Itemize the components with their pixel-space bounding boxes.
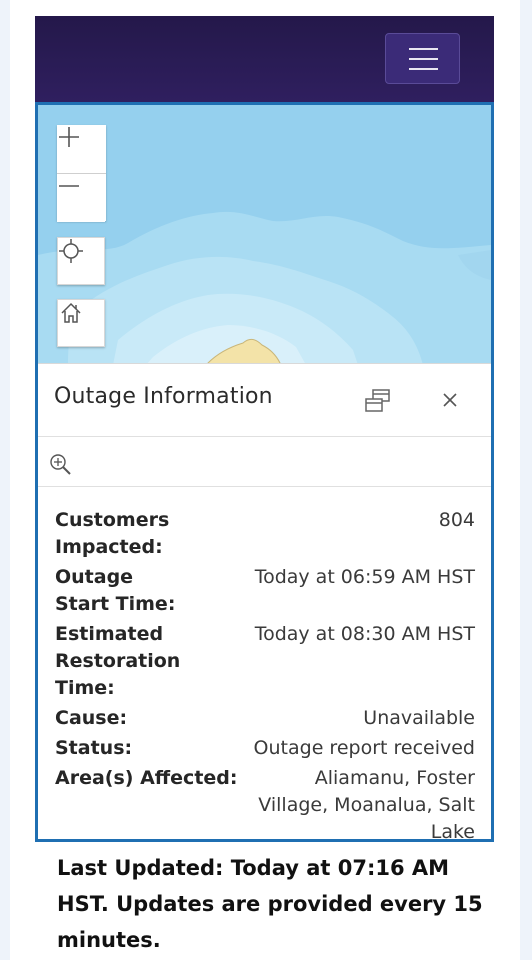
field-label: Estimated Restoration Time:: [55, 623, 181, 699]
panel-divider: [38, 436, 491, 437]
locate-button[interactable]: [57, 237, 105, 285]
field-value: 804: [438, 509, 475, 531]
field-label: Customers Impacted:: [55, 509, 170, 558]
popup-panel: Outage Information Customers Impacted: 8…: [38, 363, 491, 842]
field-row: Status: Outage report received: [55, 735, 475, 762]
field-row: Estimated Restoration Time: Today at 08:…: [55, 621, 475, 702]
field-value: Unavailable: [363, 707, 475, 729]
zoom-out-button[interactable]: [57, 174, 105, 222]
field-label: Area(s) Affected:: [55, 767, 238, 789]
field-row: Area(s) Affected: Aliamanu, Foster Villa…: [55, 765, 475, 842]
field-label: Status:: [55, 737, 133, 759]
home-icon: [61, 302, 81, 323]
field-value: Outage report received: [253, 737, 475, 759]
app-frame: Outage Information Customers Impacted: 8…: [35, 102, 494, 842]
hamburger-menu-icon: [409, 48, 438, 50]
minus-icon: [59, 185, 79, 187]
map-view[interactable]: [38, 105, 491, 365]
field-row: Outage Start Time: Today at 06:59 AM HST: [55, 564, 475, 618]
zoom-to-icon[interactable]: [48, 452, 74, 478]
field-list: Customers Impacted: 804 Outage Start Tim…: [55, 507, 475, 842]
field-label: Cause:: [55, 707, 128, 729]
last-updated-note: Last Updated: Today at 07:16 AM HST. Upd…: [57, 856, 483, 952]
field-value: Today at 08:30 AM HST: [254, 623, 475, 645]
field-row: Customers Impacted: 804: [55, 507, 475, 561]
zoom-in-button[interactable]: [57, 125, 105, 173]
dock-icon[interactable]: [364, 388, 392, 414]
home-button[interactable]: [57, 299, 105, 347]
crosshair-icon: [59, 239, 83, 263]
app-header: [35, 16, 494, 102]
plus-icon: [59, 127, 79, 147]
hamburger-menu-icon: [409, 68, 438, 70]
panel-title: Outage Information: [54, 384, 273, 409]
hamburger-menu-icon: [409, 58, 438, 60]
close-icon[interactable]: [440, 390, 460, 410]
zoom-controls: [57, 125, 106, 222]
panel-divider: [38, 486, 491, 487]
field-label: Outage Start Time:: [55, 566, 176, 615]
field-row: Cause: Unavailable: [55, 705, 475, 732]
field-value: Today at 06:59 AM HST: [254, 566, 475, 588]
menu-button[interactable]: [385, 33, 460, 84]
field-value: Aliamanu, Foster Village, Moanalua, Salt…: [258, 767, 475, 842]
